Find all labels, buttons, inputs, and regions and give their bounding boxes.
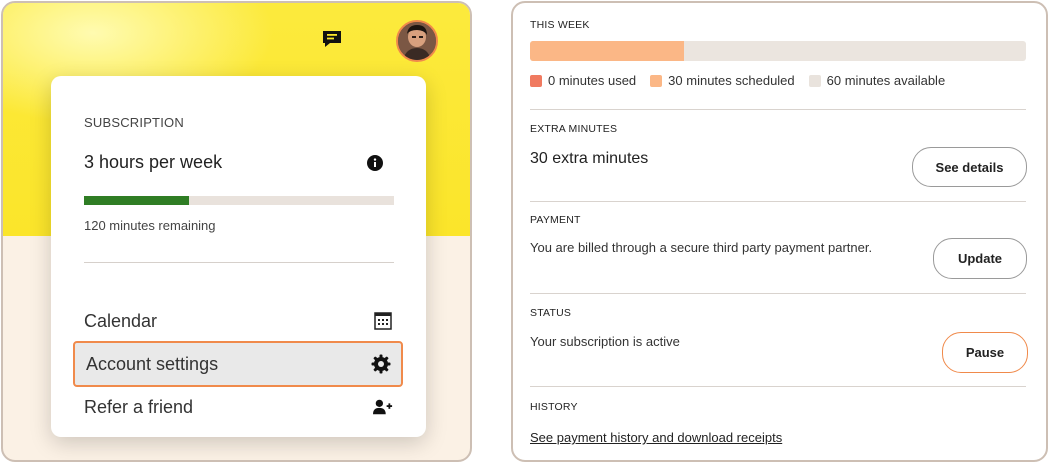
account-menu: SUBSCRIPTION 3 hours per week 120 minute… bbox=[51, 76, 426, 437]
chat-icon[interactable] bbox=[322, 30, 342, 48]
this-week-label: THIS WEEK bbox=[530, 19, 590, 31]
menu-item-label: Calendar bbox=[84, 310, 158, 331]
section-divider bbox=[530, 386, 1026, 387]
subscription-details-panel: THIS WEEK 0 minutes used 30 minutes sche… bbox=[511, 1, 1048, 462]
legend-used: 0 minutes used bbox=[530, 73, 636, 88]
payment-label: PAYMENT bbox=[530, 214, 581, 226]
payment-history-link[interactable]: See payment history and download receipt… bbox=[530, 430, 782, 445]
menu-item-account-settings[interactable]: Account settings bbox=[73, 341, 403, 387]
see-details-button[interactable]: See details bbox=[912, 147, 1027, 187]
menu-item-label: Refer a friend bbox=[84, 396, 194, 417]
gear-icon bbox=[371, 354, 391, 374]
scheduled-minutes-fill bbox=[530, 41, 684, 61]
subscription-label: SUBSCRIPTION bbox=[84, 115, 184, 130]
remaining-progress-bar bbox=[84, 196, 394, 205]
legend-scheduled: 30 minutes scheduled bbox=[650, 73, 795, 88]
section-divider bbox=[530, 109, 1026, 110]
weekly-usage-bar bbox=[530, 41, 1026, 61]
menu-item-label: Account settings bbox=[86, 353, 219, 374]
remaining-progress-fill bbox=[84, 196, 190, 205]
legend-scheduled-text: 30 minutes scheduled bbox=[668, 73, 795, 88]
history-section: See payment history and download receipt… bbox=[530, 429, 1026, 447]
section-divider bbox=[530, 201, 1026, 202]
user-avatar[interactable] bbox=[396, 20, 438, 62]
legend-available-text: 60 minutes available bbox=[826, 73, 946, 88]
left-panel: SUBSCRIPTION 3 hours per week 120 minute… bbox=[1, 1, 472, 462]
calendar-icon bbox=[373, 311, 393, 331]
info-icon[interactable] bbox=[367, 155, 383, 171]
status-label: STATUS bbox=[530, 307, 572, 319]
section-divider bbox=[530, 293, 1026, 294]
menu-item-calendar[interactable]: Calendar bbox=[73, 300, 403, 342]
available-swatch bbox=[808, 74, 821, 87]
subscription-plan: 3 hours per week bbox=[84, 152, 223, 172]
used-swatch bbox=[530, 74, 542, 87]
legend-used-text: 0 minutes used bbox=[548, 73, 637, 88]
legend-available: 60 minutes available bbox=[808, 73, 946, 88]
add-person-icon bbox=[373, 397, 393, 417]
update-payment-button[interactable]: Update bbox=[933, 238, 1027, 279]
menu-item-refer-a-friend[interactable]: Refer a friend bbox=[73, 386, 403, 428]
remaining-minutes: 120 minutes remaining bbox=[84, 218, 216, 233]
extra-minutes-label: EXTRA MINUTES bbox=[530, 123, 618, 135]
usage-legend: 0 minutes used 30 minutes scheduled 60 m… bbox=[530, 73, 959, 88]
scheduled-swatch bbox=[650, 74, 663, 87]
menu-divider bbox=[84, 262, 394, 263]
history-label: HISTORY bbox=[530, 401, 578, 413]
pause-subscription-button[interactable]: Pause bbox=[942, 332, 1028, 373]
